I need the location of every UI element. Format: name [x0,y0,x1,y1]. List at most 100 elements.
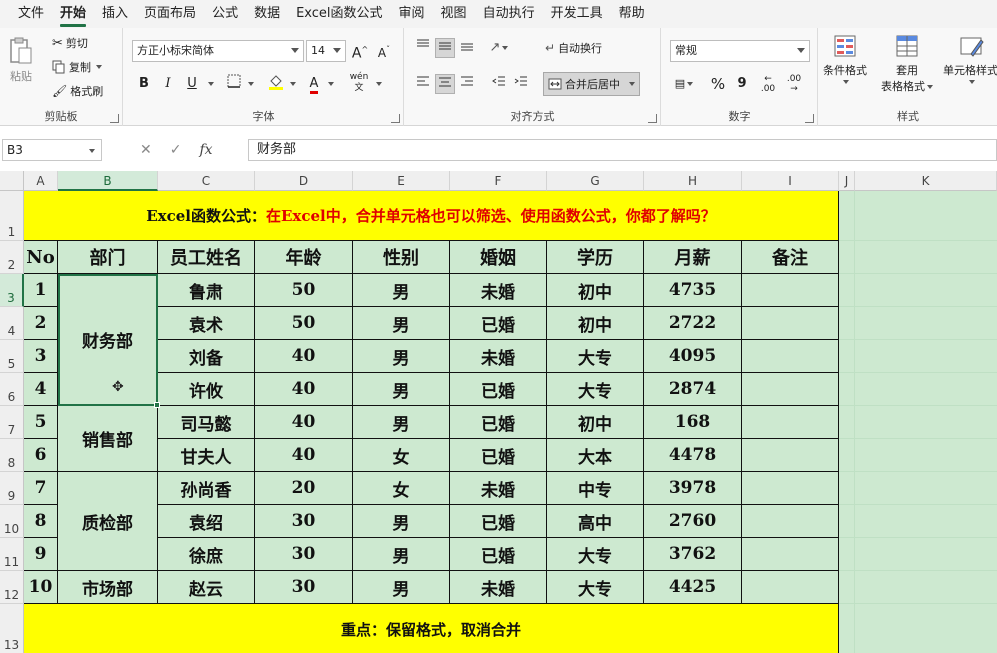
row-header-7[interactable]: 7 [0,406,24,439]
data-cell-age[interactable]: 20 [255,472,353,505]
alignment-launcher-icon[interactable] [648,114,657,123]
sheet-title[interactable]: Excel函数公式： 在Excel中，合并单元格也可以筛选、使用函数公式，你都了解… [24,191,839,241]
data-cell-age[interactable]: 40 [255,406,353,439]
header-cell-6[interactable]: 学历 [547,241,644,274]
data-cell-salary[interactable]: 168 [644,406,742,439]
shrink-font-button[interactable]: Aˇ [374,40,394,60]
fill-handle[interactable] [154,402,160,408]
menu-tab-0[interactable]: 文件 [10,0,52,28]
header-cell-1[interactable]: 部门 [58,241,158,274]
data-cell-note[interactable] [742,406,839,439]
column-header-E[interactable]: E [353,171,450,191]
align-top-button[interactable] [413,38,433,58]
phonetic-dropdown[interactable] [372,74,384,94]
row-header-3[interactable]: 3 [0,274,24,307]
enter-icon[interactable]: ✓ [170,142,182,158]
data-cell-salary[interactable]: 4478 [644,439,742,472]
underline-button[interactable]: U [182,74,202,94]
data-cell-edu[interactable]: 高中 [547,505,644,538]
data-cell-note[interactable] [742,472,839,505]
bold-button[interactable]: B [134,74,154,94]
cancel-icon[interactable]: ✕ [140,142,152,158]
align-middle-button[interactable] [435,38,455,58]
data-cell-salary[interactable]: 4735 [644,274,742,307]
column-header-D[interactable]: D [255,171,353,191]
column-header-J[interactable]: J [839,171,855,191]
data-cell-name[interactable]: 刘备 [158,340,255,373]
menu-tab-4[interactable]: 公式 [204,0,246,28]
merge-center-button[interactable]: 合并后居中 [543,72,640,96]
align-bottom-button[interactable] [457,38,477,58]
data-cell-no[interactable]: 2 [24,307,58,340]
header-cell-8[interactable]: 备注 [742,241,839,274]
header-cell-5[interactable]: 婚姻 [450,241,547,274]
row-header-10[interactable]: 10 [0,505,24,538]
data-cell-gender[interactable]: 男 [353,307,450,340]
borders-button[interactable] [224,74,244,94]
data-cell-salary[interactable]: 4425 [644,571,742,604]
data-cell-salary[interactable]: 2874 [644,373,742,406]
menu-tab-3[interactable]: 页面布局 [136,0,204,28]
row-header-1[interactable]: 1 [0,191,24,241]
data-cell-gender[interactable]: 男 [353,373,450,406]
data-cell-no[interactable]: 6 [24,439,58,472]
data-cell-no[interactable]: 7 [24,472,58,505]
data-cell-no[interactable]: 9 [24,538,58,571]
font-color-dropdown[interactable] [324,74,336,94]
menu-tab-9[interactable]: 自动执行 [475,0,543,28]
menu-tab-8[interactable]: 视图 [433,0,475,28]
row-header-4[interactable]: 4 [0,307,24,340]
data-cell-name[interactable]: 孙尚香 [158,472,255,505]
data-cell-no[interactable]: 5 [24,406,58,439]
align-left-button[interactable] [413,74,433,94]
italic-button[interactable]: I [158,74,178,94]
fill-color-button[interactable] [266,74,286,94]
department-cell[interactable]: 市场部 [58,571,158,604]
select-all-corner[interactable] [0,171,24,191]
increase-indent-button[interactable] [511,74,531,94]
menu-tab-2[interactable]: 插入 [94,0,136,28]
data-cell-name[interactable]: 徐庶 [158,538,255,571]
data-cell-edu[interactable]: 大专 [547,340,644,373]
cut-button[interactable]: ✂ 剪切 [52,35,88,51]
data-cell-marital[interactable]: 已婚 [450,406,547,439]
menu-tab-7[interactable]: 审阅 [391,0,433,28]
data-cell-note[interactable] [742,373,839,406]
department-cell[interactable]: 销售部 [58,406,158,472]
column-header-B[interactable]: B [58,171,158,191]
data-cell-age[interactable]: 50 [255,274,353,307]
department-cell[interactable]: 质检部 [58,472,158,571]
fill-color-dropdown[interactable] [286,74,298,94]
number-format-select[interactable]: 常规 [670,40,810,62]
data-cell-gender[interactable]: 男 [353,274,450,307]
data-cell-edu[interactable]: 初中 [547,307,644,340]
header-cell-2[interactable]: 员工姓名 [158,241,255,274]
data-cell-no[interactable]: 8 [24,505,58,538]
accounting-button[interactable]: ▤ [670,74,698,94]
clipboard-launcher-icon[interactable] [110,114,119,123]
data-cell-gender[interactable]: 女 [353,439,450,472]
data-cell-note[interactable] [742,439,839,472]
data-cell-age[interactable]: 30 [255,505,353,538]
data-cell-marital[interactable]: 已婚 [450,505,547,538]
font-color-button[interactable]: A [304,74,324,94]
data-cell-no[interactable]: 3 [24,340,58,373]
align-right-button[interactable] [457,74,477,94]
data-cell-name[interactable]: 赵云 [158,571,255,604]
font-name-select[interactable]: 方正小标宋简体 [132,40,304,62]
column-header-C[interactable]: C [158,171,255,191]
paste-button[interactable]: 粘贴 [8,36,34,84]
row-header-13[interactable]: 13 [0,604,24,653]
data-cell-marital[interactable]: 未婚 [450,571,547,604]
row-header-12[interactable]: 12 [0,571,24,604]
row-header-6[interactable]: 6 [0,373,24,406]
menu-tab-6[interactable]: Excel函数公式 [288,0,390,28]
data-cell-name[interactable]: 鲁肃 [158,274,255,307]
menu-tab-10[interactable]: 开发工具 [543,0,611,28]
conditional-format-button[interactable]: 条件格式 [823,34,867,84]
column-header-F[interactable]: F [450,171,547,191]
data-cell-name[interactable]: 许攸 [158,373,255,406]
align-center-button[interactable] [435,74,455,94]
data-cell-note[interactable] [742,538,839,571]
data-cell-name[interactable]: 袁绍 [158,505,255,538]
